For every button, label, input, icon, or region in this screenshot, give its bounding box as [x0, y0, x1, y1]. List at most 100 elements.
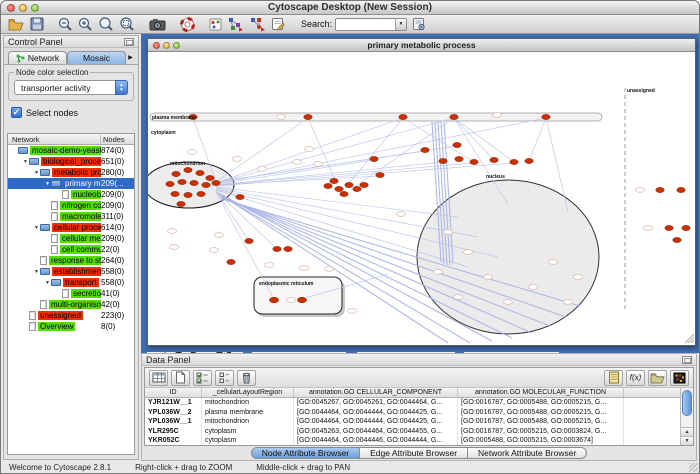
scrollbar-thumb[interactable]	[682, 390, 692, 416]
open-folder-icon[interactable]	[8, 17, 25, 31]
tree-item[interactable]: ▼establishment of lo558(0)	[8, 266, 134, 277]
float-panel-icon[interactable]	[124, 38, 134, 46]
zoom-view-icon[interactable]	[173, 42, 180, 49]
expand-arrow-icon[interactable]: ▼	[22, 159, 29, 165]
attribute-matrix-icon[interactable]	[670, 370, 689, 386]
tree-item[interactable]: cell communicat22(0)	[8, 244, 134, 255]
network-view-window-controls	[153, 42, 180, 49]
zoom-fit-icon[interactable]	[98, 17, 114, 32]
attribute-list-icon[interactable]	[604, 370, 623, 386]
search-input[interactable]	[336, 19, 395, 30]
search-dropdown-arrow-icon[interactable]: ▼	[395, 19, 406, 30]
tree-item[interactable]: ▼metabolic process280(0)	[8, 167, 134, 178]
scroll-down-icon[interactable]: ▼	[681, 436, 693, 445]
tree-item-node-count: 651(0)	[101, 157, 134, 166]
minimize-window-icon[interactable]	[19, 4, 27, 12]
save-icon[interactable]	[30, 17, 44, 31]
table-scrollbar[interactable]: ▲ ▼	[680, 388, 693, 445]
tab-mosaic[interactable]: Mosaic	[67, 51, 126, 64]
network-tree-rows: mosaic-demo-yeast874(0)▼biological_proce…	[8, 145, 134, 332]
float-data-panel-icon[interactable]	[682, 356, 692, 364]
cell-go-molecular-function: [GO:0016787, GO:0005488, GO:0005215, G..…	[458, 417, 624, 427]
expand-arrow-icon[interactable]: ▼	[33, 170, 40, 176]
attribute-browser-tab[interactable]: Edge Attribute Browser	[360, 447, 468, 459]
region-shapes[interactable]	[148, 88, 625, 334]
attribute-table[interactable]: ID _cellularLayoutRegion annotation.GO C…	[145, 388, 680, 445]
tree-item[interactable]: ▼cellular process614(0)	[8, 222, 134, 233]
vizmapper-icon[interactable]	[209, 18, 222, 31]
apply-layout-b-icon[interactable]	[249, 17, 266, 32]
select-attributes-icon[interactable]	[193, 370, 212, 386]
tree-item[interactable]: macromolecule311(0)	[8, 211, 134, 222]
annotation-edit-icon[interactable]	[271, 17, 285, 31]
background-windows-strip[interactable]	[147, 346, 696, 353]
tree-column-nodes[interactable]: Nodes	[101, 135, 134, 144]
file-icon	[40, 256, 47, 265]
zoom-selected-icon[interactable]	[119, 17, 135, 32]
tree-item[interactable]: Overview8(0)	[8, 321, 134, 332]
column-go-cellular-component[interactable]: annotation.GO CELLULAR_COMPONENT	[294, 388, 458, 397]
network-tree-header[interactable]: Network Nodes	[8, 134, 134, 145]
table-row[interactable]: YKR052Ccytoplasm[GO:0044464, GO:0044446,…	[145, 436, 680, 445]
tree-item[interactable]: response to stimulu264(0)	[8, 255, 134, 266]
delete-attribute-icon[interactable]	[237, 370, 256, 386]
network-canvas[interactable]: plasma membrane cytoplasm mitochondrion …	[148, 52, 695, 345]
resize-grip-icon[interactable]	[685, 334, 694, 343]
table-row[interactable]: YJR121W__1mitochondrion[GO:0045267, GO:0…	[145, 398, 680, 408]
search-box[interactable]: ▼	[335, 18, 407, 31]
tree-item[interactable]: secretion41(0)	[8, 288, 134, 299]
node-color-select[interactable]: transporter activity ▲▼	[14, 80, 128, 95]
tree-item[interactable]: ▼transport558(0)	[8, 277, 134, 288]
combo-stepper-icon[interactable]: ▲▼	[115, 80, 128, 95]
table-row[interactable]: YPL036W__2plasma membrane[GO:0044464, GO…	[145, 408, 680, 418]
tree-column-network[interactable]: Network	[8, 135, 101, 144]
tree-item[interactable]: multi-organism pro42(0)	[8, 299, 134, 310]
formula-builder-icon[interactable]: f(x)	[626, 370, 645, 386]
tab-overflow-arrow-icon[interactable]: ▶	[126, 54, 135, 61]
close-window-icon[interactable]	[7, 4, 15, 12]
window-titlebar[interactable]: Cytoscape Desktop (New Session)	[1, 1, 699, 15]
help-lifesaver-icon[interactable]	[180, 17, 195, 32]
tree-item[interactable]: unassigned223(0)	[8, 310, 134, 321]
node-color-selection-group: Node color selection transporter activit…	[8, 72, 134, 101]
status-pan-hint: Middle-click + drag to PAN	[256, 463, 350, 472]
zoom-in-icon[interactable]	[78, 17, 93, 32]
tree-item[interactable]: mosaic-demo-yeast874(0)	[8, 145, 134, 156]
apply-layout-a-icon[interactable]	[227, 17, 244, 32]
tree-item[interactable]: nucleobase-co209(0)	[8, 189, 134, 200]
expand-arrow-icon[interactable]: ▼	[44, 181, 51, 187]
expand-arrow-icon[interactable]: ▼	[44, 280, 51, 286]
tree-item[interactable]: ▼biological_process651(0)	[8, 156, 134, 167]
new-attribute-icon[interactable]	[171, 370, 190, 386]
column-go-molecular-function[interactable]: annotation.GO MOLECULAR_FUNCTION	[458, 388, 624, 397]
close-view-icon[interactable]	[153, 42, 160, 49]
zoom-window-icon[interactable]	[31, 4, 39, 12]
network-view-window[interactable]: primary metabolic process	[147, 38, 696, 346]
column-id[interactable]: ID	[145, 388, 202, 397]
select-nodes-checkbox[interactable]: ✓	[11, 107, 22, 118]
scroll-up-icon[interactable]: ▲	[681, 427, 693, 436]
attribute-table-icon[interactable]	[149, 370, 168, 386]
column-cellular-layout-region[interactable]: _cellularLayoutRegion	[202, 388, 294, 397]
unselect-attributes-icon[interactable]	[215, 370, 234, 386]
select-nodes-row[interactable]: ✓ Select nodes	[11, 107, 131, 118]
edit-search-filter-icon[interactable]	[412, 17, 426, 31]
tab-network[interactable]: Network	[8, 51, 67, 64]
expand-arrow-icon[interactable]: ▼	[33, 225, 40, 231]
tree-item[interactable]: cellular metabo209(0)	[8, 233, 134, 244]
attribute-browser-tab[interactable]: Network Attribute Browser	[468, 447, 587, 459]
tree-item[interactable]: nitrogen compo209(0)	[8, 200, 134, 211]
table-row[interactable]: YPL036W__1mitochondrion[GO:0044464, GO:0…	[145, 417, 680, 427]
table-row[interactable]: YLR295Ccytoplasm[GO:0045263, GO:0044464,…	[145, 427, 680, 437]
snapshot-camera-icon[interactable]	[149, 17, 166, 31]
window-resize-grip[interactable]	[689, 463, 698, 472]
attribute-table-header[interactable]: ID _cellularLayoutRegion annotation.GO C…	[145, 388, 680, 398]
minimize-view-icon[interactable]	[163, 42, 170, 49]
expand-arrow-icon[interactable]: ▼	[33, 269, 40, 275]
import-attributes-icon[interactable]	[648, 370, 667, 386]
network-view-titlebar[interactable]: primary metabolic process	[148, 39, 695, 52]
folder-icon	[40, 224, 50, 231]
tree-item[interactable]: ▼primary metabolic209(...	[8, 178, 134, 189]
attribute-browser-tab[interactable]: Node Attribute Browser	[251, 447, 360, 459]
zoom-out-icon[interactable]	[58, 17, 73, 32]
